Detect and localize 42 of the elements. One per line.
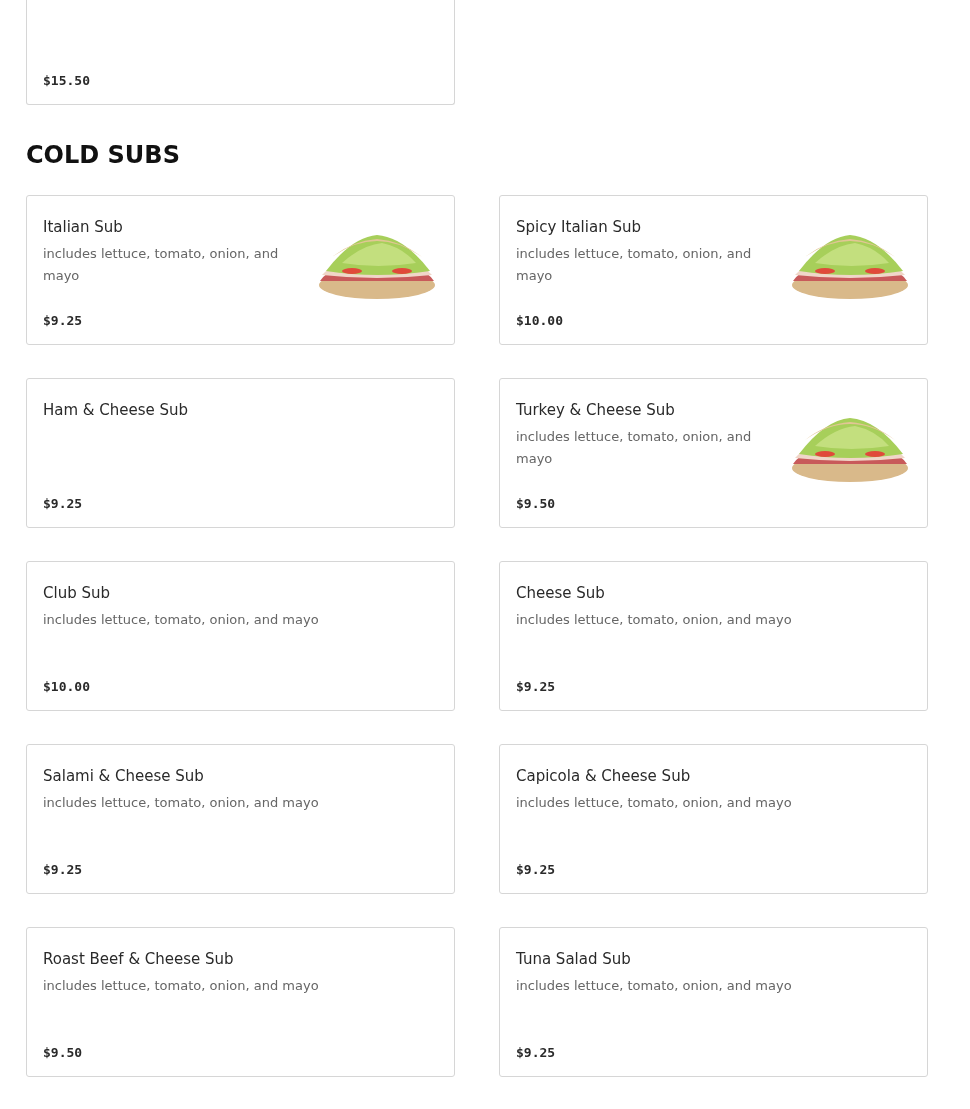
item-name: Capicola & Cheese Sub xyxy=(516,766,692,787)
menu-item-card[interactable]: Tuna Salad Sub includes lettuce, tomato, onion, and mayo $9.25 xyxy=(499,927,928,1077)
item-price: $9.25 xyxy=(516,1045,557,1060)
menu-item-card[interactable]: Ham & Cheese Sub $9.25 xyxy=(26,378,455,528)
item-name: Cheese Sub xyxy=(516,583,606,604)
item-description: includes lettuce, tomato, onion, and mayo xyxy=(43,245,280,285)
menu-item-card[interactable]: Club Sub includes lettuce, tomato, onion, and mayo $10.00 xyxy=(26,561,455,711)
item-name: Spicy Italian Sub xyxy=(516,217,642,238)
item-price: $9.50 xyxy=(43,1045,84,1060)
item-name: Salami & Cheese Sub xyxy=(43,766,205,787)
item-name: Roast Beef & Cheese Sub xyxy=(43,949,235,970)
item-name: Club Sub xyxy=(43,583,111,604)
item-price: $9.25 xyxy=(43,862,84,877)
item-description: includes lettuce, tomato, onion, and mayo xyxy=(516,611,793,629)
item-name: Turkey & Cheese Sub xyxy=(516,400,676,421)
item-description: includes lettuce, tomato, onion, and mayo xyxy=(43,611,320,629)
menu-item-card[interactable]: Salami & Cheese Sub includes lettuce, tomato, onion, and mayo $9.25 xyxy=(26,744,455,894)
item-name: Tuna Salad Sub xyxy=(516,949,632,970)
menu-item-card[interactable]: Roast Beef & Cheese Sub includes lettuce, tomato, onion, and mayo $9.50 xyxy=(26,927,455,1077)
item-price: $10.00 xyxy=(516,313,564,328)
item-price: $10.00 xyxy=(43,679,91,694)
item-description: includes lettuce, tomato, onion, and mayo xyxy=(43,977,320,995)
menu-item-card[interactable]: Turkey & Cheese Sub includes lettuce, tomato, onion, and mayo $9.50 xyxy=(499,378,928,528)
item-price: $9.25 xyxy=(43,313,84,328)
item-price: $9.50 xyxy=(516,496,557,511)
section-heading: COLD SUBS xyxy=(26,141,181,169)
menu-item-card[interactable]: Spicy Italian Sub includes lettuce, tomato, onion, and mayo $10.00 xyxy=(499,195,928,345)
menu-item-card[interactable]: $15.50 xyxy=(26,0,455,105)
item-description: includes lettuce, tomato, onion, and mayo xyxy=(516,245,753,285)
menu-item-card[interactable]: Italian Sub includes lettuce, tomato, onion, and mayo $9.25 xyxy=(26,195,455,345)
item-price: $9.25 xyxy=(516,862,557,877)
menu-item-card[interactable]: Capicola & Cheese Sub includes lettuce, tomato, onion, and mayo $9.25 xyxy=(499,744,928,894)
item-description: includes lettuce, tomato, onion, and mayo xyxy=(43,794,320,812)
item-price: $9.25 xyxy=(516,679,557,694)
menu-item-card[interactable]: Cheese Sub includes lettuce, tomato, onion, and mayo $9.25 xyxy=(499,561,928,711)
item-description: includes lettuce, tomato, onion, and mayo xyxy=(516,794,793,812)
item-price: $15.50 xyxy=(43,73,90,88)
item-name: Ham & Cheese Sub xyxy=(43,400,190,421)
item-price: $9.25 xyxy=(43,496,84,511)
item-name: Italian Sub xyxy=(43,217,124,238)
item-description: includes lettuce, tomato, onion, and mayo xyxy=(516,428,753,468)
item-description: includes lettuce, tomato, onion, and mayo xyxy=(516,977,793,995)
